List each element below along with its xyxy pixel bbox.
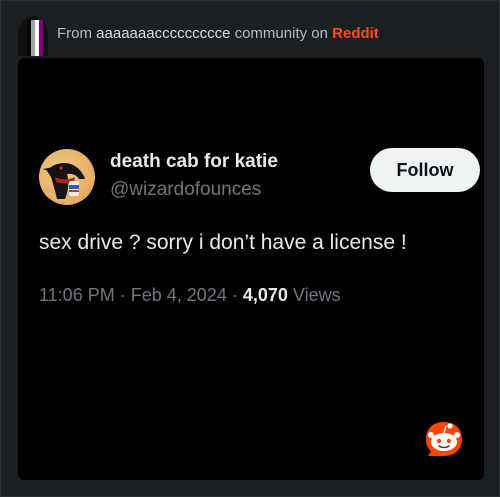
source-bar: From aaaaaaaccccccccce community on Redd… bbox=[18, 15, 484, 56]
embed-frame: From aaaaaaaccccccccce community on Redd… bbox=[0, 0, 500, 497]
community-link[interactable]: aaaaaaaccccccccce bbox=[96, 25, 230, 42]
tweet-text: sex drive ? sorry i don’t have a license… bbox=[39, 231, 407, 254]
tweet-meta: 11:06 PM · Feb 4, 2024 · 4,070 Views bbox=[39, 285, 341, 306]
tweet-date[interactable]: Feb 4, 2024 bbox=[131, 285, 227, 305]
crow-avatar-icon bbox=[43, 163, 85, 199]
user-avatar[interactable] bbox=[39, 149, 95, 205]
reddit-link[interactable]: Reddit bbox=[332, 25, 379, 42]
meta-separator: · bbox=[119, 285, 126, 305]
display-name[interactable]: death cab for katie bbox=[110, 151, 278, 173]
source-prefix: From bbox=[57, 24, 92, 42]
user-handle[interactable]: @wizardofounces bbox=[110, 179, 261, 201]
views-count: 4,070 bbox=[242, 285, 288, 305]
meta-separator: · bbox=[231, 285, 238, 305]
reddit-snoo-icon[interactable] bbox=[422, 418, 466, 462]
views-label: Views bbox=[292, 285, 341, 305]
follow-button[interactable]: Follow bbox=[370, 148, 480, 192]
source-middle: community on bbox=[234, 24, 328, 42]
source-line: From aaaaaaaccccccccce community on Redd… bbox=[57, 25, 379, 42]
tweet-time[interactable]: 11:06 PM bbox=[39, 285, 115, 305]
tweet-card: death cab for katie @wizardofounces Foll… bbox=[18, 58, 484, 480]
community-avatar-icon[interactable] bbox=[18, 16, 48, 56]
